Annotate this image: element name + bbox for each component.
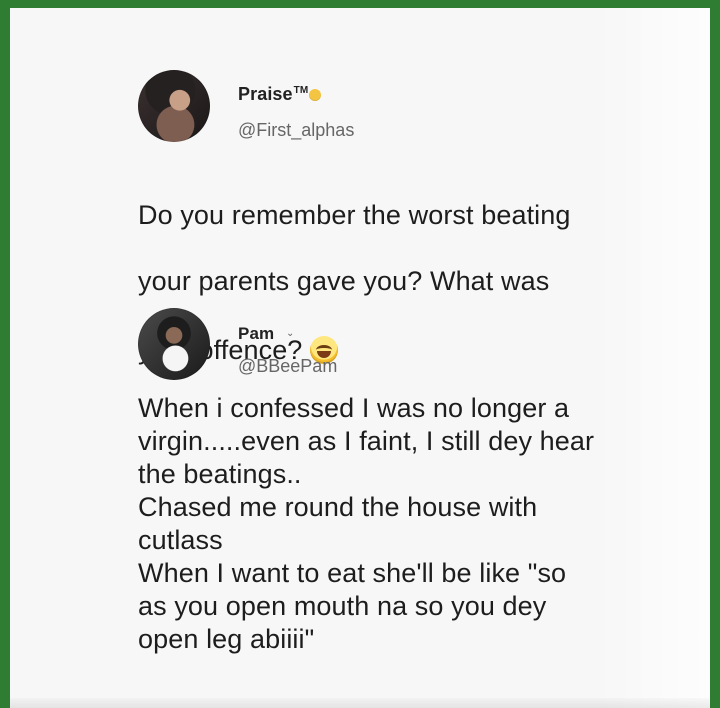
caret-down-icon: ⌄ <box>286 328 295 339</box>
author-name: Pam <box>238 324 275 343</box>
trademark-suffix: TM <box>293 85 309 96</box>
laughing-face-icon <box>309 89 322 101</box>
post-text-line-1: Do you remember the worst beating <box>138 200 571 230</box>
author-handle: @BBeePam <box>238 356 338 376</box>
author-name: PraiseTM <box>238 84 322 105</box>
author-name-text: Praise <box>238 84 293 104</box>
avatar <box>138 308 210 380</box>
right-fade <box>596 8 710 708</box>
author-handle: @First_alphas <box>238 120 355 140</box>
screenshot-card: PraiseTM @First_alphas Do you remember t… <box>10 8 710 708</box>
avatar <box>138 70 210 142</box>
reply-text: When i confessed I was no longer a virgi… <box>138 393 595 654</box>
post-text-line-2: your parents gave you? What was <box>138 266 550 296</box>
bottom-shadow <box>10 698 710 708</box>
